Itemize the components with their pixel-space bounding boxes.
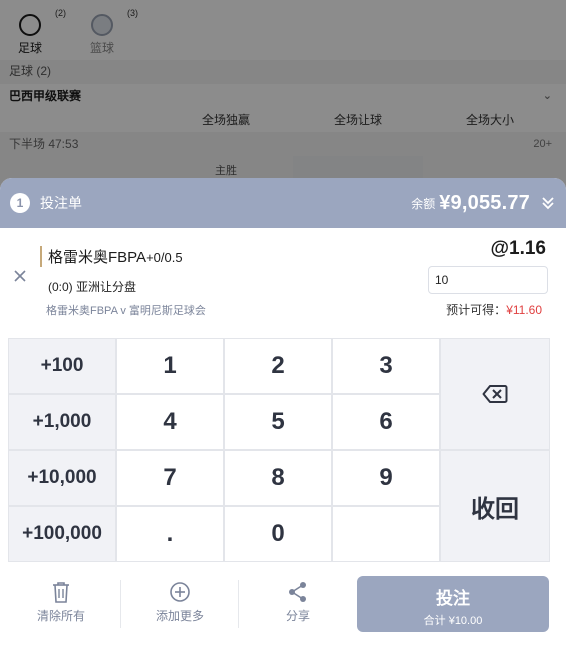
estimated-win: 预计可得：¥11.60 (446, 301, 542, 318)
quick-add-100-button[interactable]: +100 (8, 338, 116, 394)
backspace-icon (482, 385, 508, 403)
digit-8-key[interactable]: 8 (224, 450, 332, 506)
trash-icon (53, 582, 69, 603)
bet-count-badge: 1 (10, 193, 30, 213)
digit-9-key[interactable]: 9 (332, 450, 440, 506)
stake-keypad: +100 +1,000 +10,000 +100,000 1 2 3 4 5 6… (8, 338, 550, 562)
quick-add-100000-button[interactable]: +100,000 (8, 506, 116, 562)
decimal-point-key[interactable]: . (116, 506, 224, 562)
clear-all-label: 清除所有 (36, 609, 85, 623)
digit-7-key[interactable]: 7 (116, 450, 224, 506)
bet-selection: 格雷米奥FBPA+0/0.5 (0:0) 亚洲让分盘 格雷米奥FBPA v 富明… (0, 228, 566, 328)
balance-label: 余额 (411, 196, 436, 211)
quick-add-1000-button[interactable]: +1,000 (8, 394, 116, 450)
stake-input[interactable] (428, 266, 548, 294)
place-bet-label: 投注 (436, 589, 470, 608)
bet-slip-header[interactable]: 1 投注单 余额 ¥9,055.77 (0, 178, 566, 228)
collapse-label: 收回 (471, 495, 519, 523)
match-name: 格雷米奥FBPA v 富明尼斯足球会 (46, 305, 206, 317)
odds-value: @1.16 (490, 238, 546, 259)
estimated-win-amount: ¥11.60 (506, 303, 542, 317)
digit-3-key[interactable]: 3 (332, 338, 440, 394)
quick-add-10000-button[interactable]: +10,000 (8, 450, 116, 506)
bet-total: 合计 ¥10.00 (423, 615, 483, 627)
place-bet-button[interactable]: 投注 合计 ¥10.00 (357, 576, 549, 632)
collapse-keypad-button[interactable]: 收回 (440, 450, 550, 562)
add-circle-icon (170, 582, 190, 602)
clear-all-button[interactable]: 清除所有 (2, 578, 120, 630)
share-button[interactable]: 分享 (239, 578, 357, 630)
digit-0-key[interactable]: 0 (224, 506, 332, 562)
share-label: 分享 (285, 609, 310, 623)
digit-6-key[interactable]: 6 (332, 394, 440, 450)
estimated-win-label: 预计可得： (446, 303, 507, 317)
page: (2) 足球 (3) 篮球 足球 (2) 巴西甲级联赛 ⌄ 全场独赢 全场让球 … (0, 0, 566, 645)
share-icon (289, 582, 306, 602)
selection-team: 格雷米奥FBPA+0/0.5 (40, 246, 183, 267)
digit-2-key[interactable]: 2 (224, 338, 332, 394)
add-more-button[interactable]: 添加更多 (121, 578, 239, 630)
digit-1-key[interactable]: 1 (116, 338, 224, 394)
backspace-button[interactable] (440, 338, 550, 450)
double-chevron-down-icon[interactable] (540, 195, 556, 211)
digit-5-key[interactable]: 5 (224, 394, 332, 450)
bet-slip-title: 投注单 (40, 195, 82, 211)
team-name: 格雷米奥FBPA (48, 249, 147, 266)
bet-slip: 1 投注单 余额 ¥9,055.77 格雷米奥FBPA+0/0.5 (0:0) … (0, 178, 566, 645)
close-icon[interactable] (12, 268, 28, 284)
market-name: (0:0) 亚洲让分盘 (48, 280, 137, 294)
empty-key (332, 506, 440, 562)
balance-value: ¥9,055.77 (439, 191, 530, 214)
digit-4-key[interactable]: 4 (116, 394, 224, 450)
bet-slip-footer: 清除所有 添加更多 分享 投注 合计 ¥10.00 (0, 574, 566, 645)
handicap: +0/0.5 (146, 250, 183, 265)
add-more-label: 添加更多 (155, 609, 204, 623)
